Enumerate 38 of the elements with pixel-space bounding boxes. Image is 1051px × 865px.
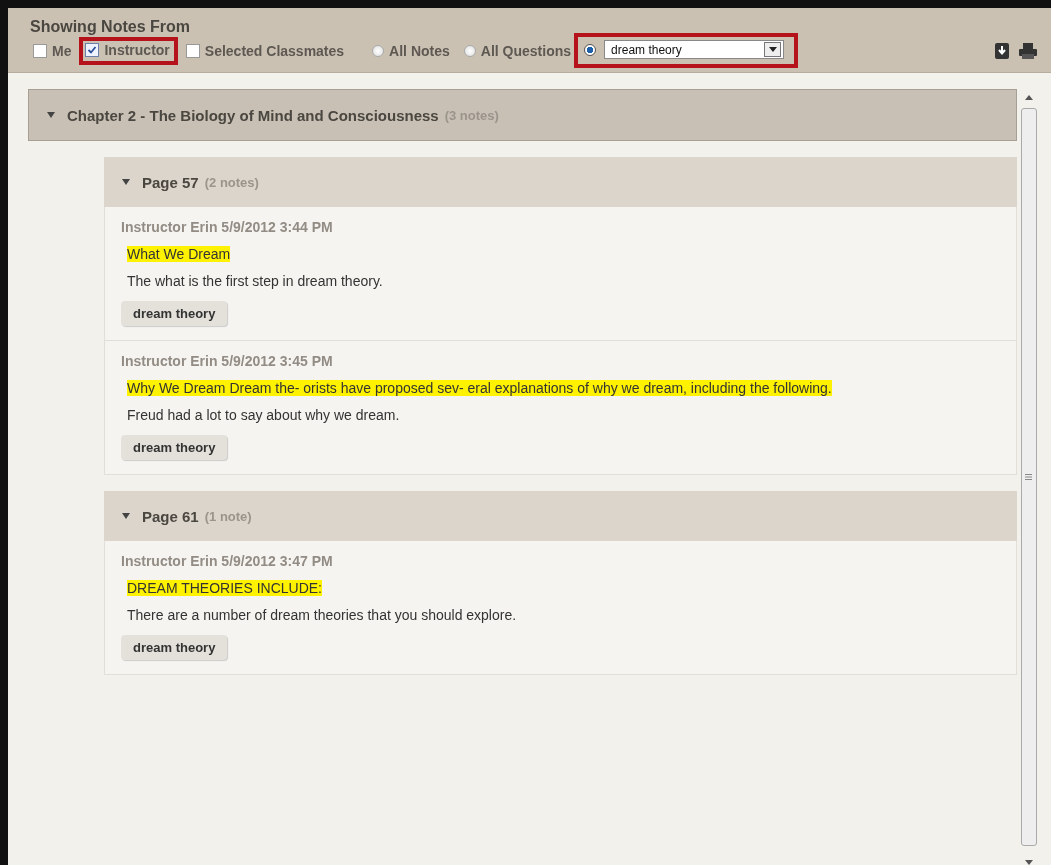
checkbox-label[interactable]: Selected Classmates xyxy=(204,42,345,59)
note-text: Freud had a lot to say about why we dream. xyxy=(126,407,401,423)
note-count: (1 note) xyxy=(204,508,252,524)
tag-chip[interactable]: dream theory xyxy=(121,301,228,326)
radio-button[interactable] xyxy=(463,44,476,57)
checkbox[interactable] xyxy=(85,42,100,57)
note-author-date: Instructor Erin 5/9/2012 3:47 PM xyxy=(121,553,334,569)
page-header[interactable]: Page 57 (2 notes) xyxy=(104,157,1017,207)
checkbox[interactable] xyxy=(185,43,200,58)
checkbox-label[interactable]: Instructor xyxy=(104,41,170,58)
scroll-down-icon[interactable] xyxy=(1024,860,1033,865)
download-icon[interactable] xyxy=(995,42,1009,59)
checkbox[interactable] xyxy=(33,43,47,58)
note-author-date: Instructor Erin 5/9/2012 3:44 PM xyxy=(121,219,334,235)
tag-chip[interactable]: dream theory xyxy=(121,435,228,460)
note-text: The what is the first step in dream theory. xyxy=(126,273,384,289)
radio-button[interactable] xyxy=(372,44,385,57)
note-text: There are a number of dream theories that you should explore. xyxy=(126,607,518,623)
note-author-date: Instructor Erin 5/9/2012 3:45 PM xyxy=(121,353,334,369)
page-header[interactable]: Page 61 (1 note) xyxy=(104,491,1017,541)
radio-label[interactable]: All Questions xyxy=(480,42,572,59)
print-icon[interactable] xyxy=(1019,42,1037,59)
note-count: (2 notes) xyxy=(204,174,259,190)
scroll-up-icon[interactable] xyxy=(1024,95,1033,100)
page-title: Page 61 xyxy=(142,507,199,525)
radio-button[interactable] xyxy=(584,43,597,56)
chapter-title: Chapter 2 - The Biology of Mind and Consciousness xyxy=(67,106,439,124)
highlighted-text: Why We Dream Dream the- orists have proposed sev- eral explanations of why we dream, including the following. xyxy=(127,380,832,396)
checkbox-label[interactable]: Me xyxy=(52,42,72,59)
tag-chip[interactable]: dream theory xyxy=(121,635,228,660)
tag-dropdown[interactable]: dream theory xyxy=(604,40,785,59)
grip-icon xyxy=(1025,474,1032,480)
caret-icon xyxy=(764,42,782,57)
radio-label[interactable]: All Notes xyxy=(389,42,450,59)
page-title: Page 57 xyxy=(142,173,199,191)
highlighted-text: DREAM THEORIES INCLUDE: xyxy=(127,580,322,596)
highlighted-text: What We Dream xyxy=(127,246,231,262)
filter-title: Showing Notes From xyxy=(30,18,191,36)
